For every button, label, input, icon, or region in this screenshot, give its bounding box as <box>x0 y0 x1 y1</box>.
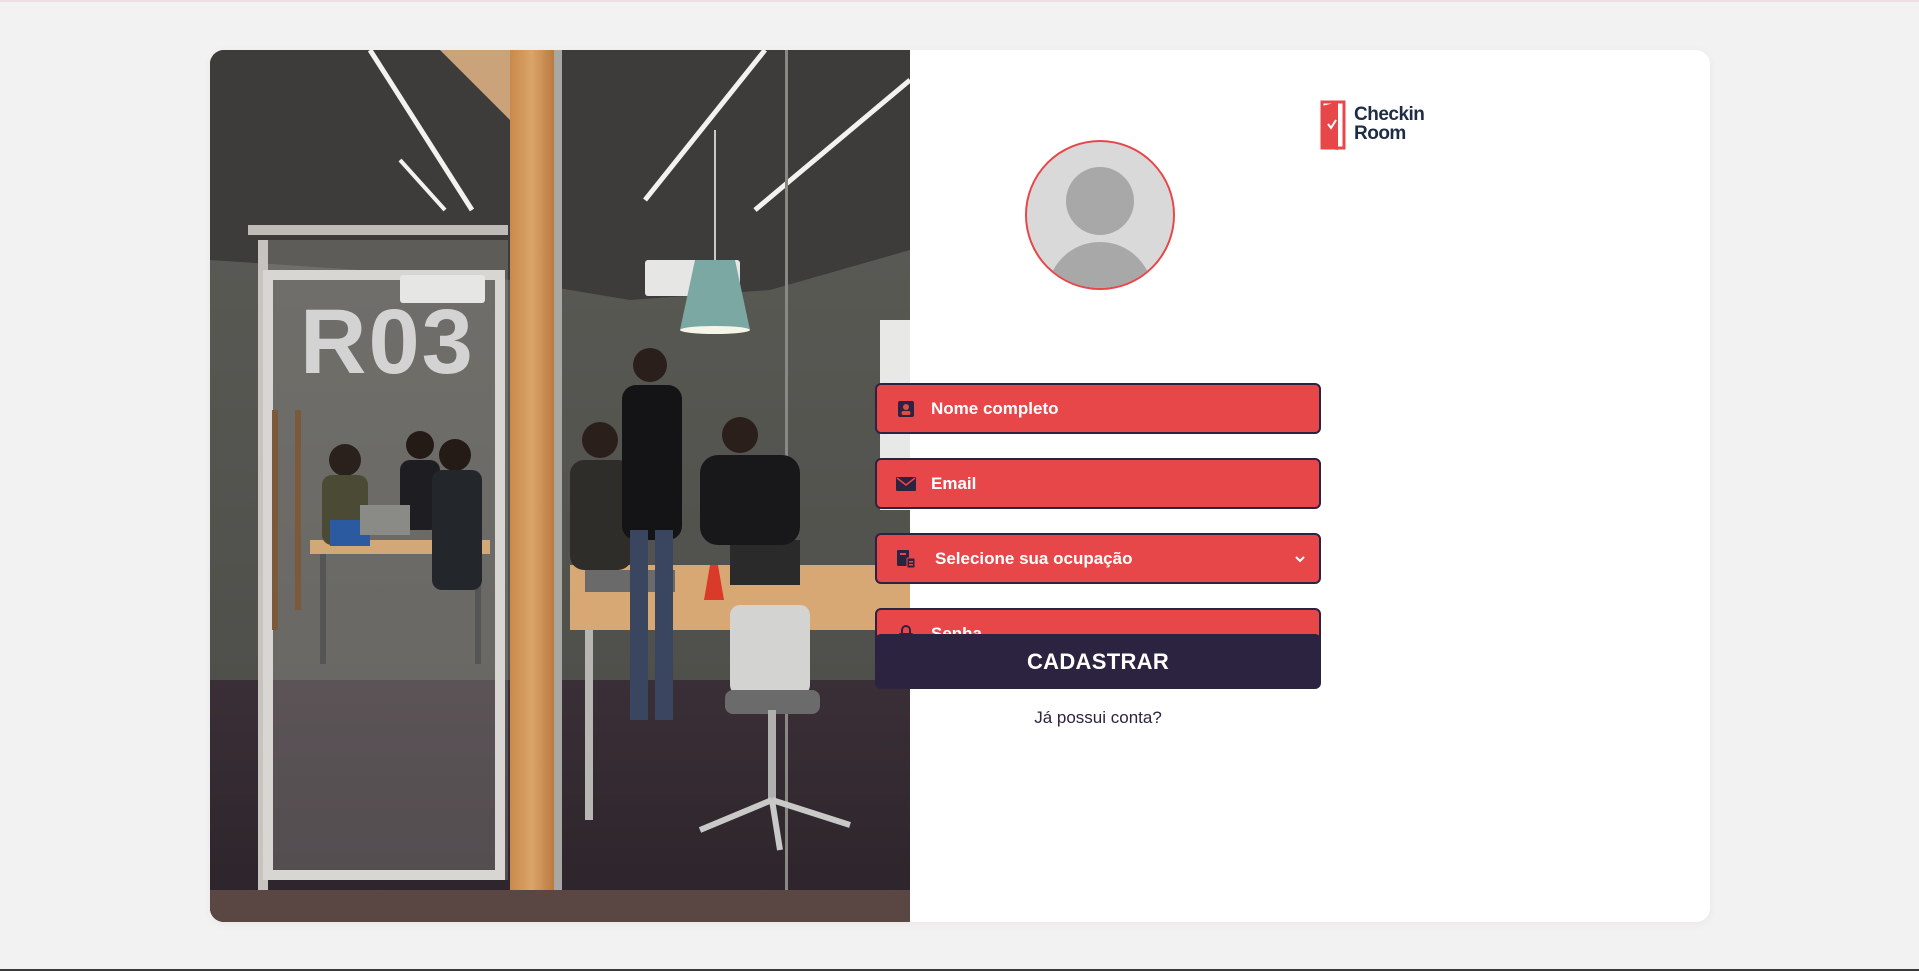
login-link[interactable]: Já possui conta? <box>875 708 1321 728</box>
door-check-icon <box>1320 100 1346 150</box>
occupation-select[interactable]: Selecione sua ocupação <box>875 533 1321 584</box>
envelope-icon <box>895 473 917 495</box>
name-placeholder: Nome completo <box>931 398 1059 418</box>
top-border <box>0 0 1919 2</box>
contact-card-icon <box>895 398 917 420</box>
room-number-label: R03 <box>300 291 475 393</box>
occupation-selected-value: Selecione sua ocupação <box>935 548 1133 568</box>
email-placeholder: Email <box>931 473 977 493</box>
brand-name-line2: Room <box>1354 123 1406 144</box>
avatar-head <box>1066 167 1134 235</box>
brand-name: Checkin Room <box>1354 104 1425 144</box>
brand-name-line1: Checkin <box>1354 104 1425 125</box>
register-button[interactable]: CADASTRAR <box>875 634 1321 689</box>
chevron-down-icon <box>1295 555 1305 562</box>
brand-logo: Checkin Room <box>1320 100 1440 156</box>
occupation-list-icon <box>895 548 917 570</box>
user-avatar-placeholder-icon[interactable] <box>1025 140 1175 290</box>
name-field[interactable]: Nome completo <box>875 383 1321 434</box>
meeting-room-illustration <box>210 50 910 922</box>
meeting-room-photo: R03 <box>210 50 910 922</box>
avatar-body <box>1047 242 1153 288</box>
email-field[interactable]: Email <box>875 458 1321 509</box>
